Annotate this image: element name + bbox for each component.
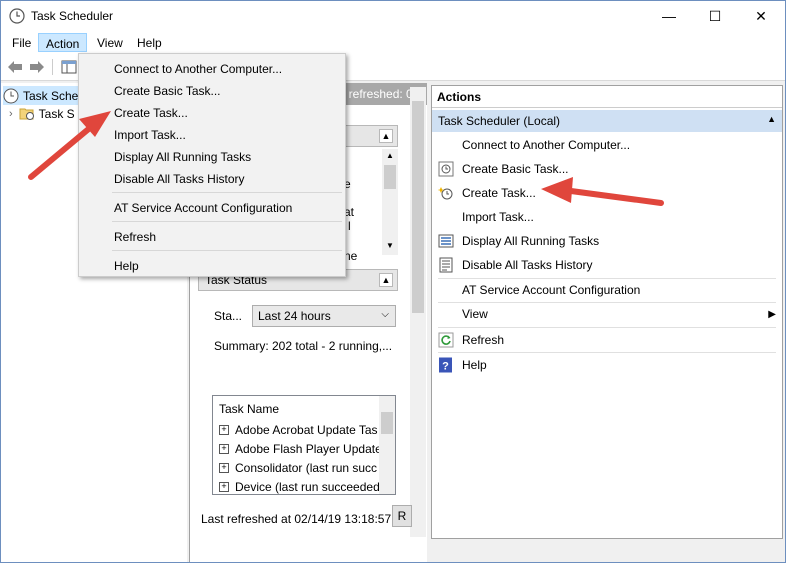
annotation-arrow-right	[541, 177, 664, 206]
expand-icon[interactable]: +	[219, 443, 229, 454]
action-connect-computer[interactable]: Connect to Another Computer...	[432, 133, 782, 157]
action-at-service-account[interactable]: AT Service Account Configuration	[432, 278, 782, 302]
task-name: Adobe Flash Player Update	[235, 441, 382, 456]
table-row[interactable]: + Device (last run succeeded	[219, 477, 380, 496]
menu-help[interactable]: Help	[130, 33, 169, 52]
table-row[interactable]: + Adobe Flash Player Update	[219, 439, 382, 458]
overview-text-fragment: l	[348, 219, 351, 233]
task-list-scrollbar[interactable]	[379, 396, 395, 494]
overview-scrollbar[interactable]: ▲ ▼	[382, 149, 398, 255]
chevron-right-icon[interactable]: ›	[9, 108, 13, 120]
scrollbar-thumb[interactable]	[381, 412, 393, 434]
annotation-arrow-left	[28, 111, 111, 180]
expand-icon[interactable]: +	[219, 424, 229, 435]
maximize-button[interactable]: ☐	[692, 1, 738, 31]
action-label: Create Task...	[462, 186, 536, 200]
task-name: Adobe Acrobat Update Tas	[235, 422, 378, 437]
action-label: Display All Running Tasks	[462, 234, 600, 248]
collapse-icon[interactable]: ▲	[379, 273, 393, 287]
window-title: Task Scheduler	[31, 9, 114, 23]
scrollbar-thumb[interactable]	[412, 101, 424, 313]
toolbar-separator	[52, 59, 53, 75]
actions-title: Actions	[432, 86, 782, 108]
collapse-icon[interactable]: ▲	[767, 114, 776, 124]
action-label: Refresh	[462, 333, 505, 347]
status-period-value: Last 24 hours	[258, 309, 331, 323]
console-tree-icon	[61, 60, 77, 74]
close-button[interactable]: ✕	[738, 1, 784, 31]
task-scheduler-window: Task Scheduler — ☐ ✕ File Action View He…	[0, 0, 786, 563]
status-summary: Summary: 202 total - 2 running,...	[214, 339, 393, 353]
minimize-button[interactable]: —	[646, 1, 692, 31]
menu-separator	[112, 192, 342, 193]
scrollbar-thumb[interactable]	[384, 165, 396, 189]
action-label: Import Task...	[462, 210, 534, 224]
refresh-icon	[438, 332, 454, 348]
title-bar[interactable]: Task Scheduler — ☐ ✕	[1, 1, 785, 31]
menu-item-refresh[interactable]: Refresh	[81, 225, 343, 247]
task-name: Consolidator (last run succ	[235, 460, 378, 475]
forward-arrow-icon	[30, 61, 44, 73]
action-refresh[interactable]: Refresh	[432, 328, 782, 352]
status-label: Sta...	[214, 309, 243, 323]
task-name-column-header[interactable]: Task Name	[219, 402, 279, 416]
menu-bar: File Action View Help	[1, 31, 785, 53]
action-view[interactable]: View ▶	[432, 302, 782, 326]
clock-icon	[3, 88, 19, 103]
menu-item-create-basic-task[interactable]: Create Basic Task...	[81, 79, 343, 101]
action-help[interactable]: ? Help	[432, 353, 782, 377]
svg-text:?: ?	[442, 361, 449, 373]
menu-item-at-service-account[interactable]: AT Service Account Configuration	[81, 196, 343, 218]
history-icon	[438, 257, 454, 273]
action-label: View	[462, 307, 488, 321]
table-row[interactable]: + Adobe Acrobat Update Tas	[219, 420, 378, 439]
show-hide-console-button[interactable]	[59, 58, 79, 76]
task-list: Task Name + Adobe Acrobat Update Tas + A…	[212, 395, 396, 495]
scroll-up-icon[interactable]: ▲	[386, 151, 394, 160]
expand-icon[interactable]: +	[219, 481, 229, 492]
back-arrow-icon	[8, 61, 22, 73]
menu-file[interactable]: File	[5, 33, 38, 52]
actions-group-label: Task Scheduler (Local)	[438, 114, 561, 128]
menu-item-help[interactable]: Help	[81, 254, 343, 276]
chevron-down-icon: ⌵	[381, 309, 389, 320]
action-label: Help	[462, 358, 487, 372]
menu-action[interactable]: Action	[38, 33, 88, 52]
action-display-running-tasks[interactable]: Display All Running Tasks	[432, 229, 782, 253]
actions-pane: Actions Task Scheduler (Local) ▲ Connect…	[431, 85, 783, 539]
actions-group-header[interactable]: Task Scheduler (Local) ▲	[432, 110, 782, 132]
blank-icon	[438, 282, 454, 298]
scroll-down-icon[interactable]: ▼	[386, 241, 394, 250]
table-row[interactable]: + Consolidator (last run succ	[219, 458, 377, 477]
blank-icon	[438, 306, 454, 322]
collapse-icon[interactable]: ▲	[379, 129, 393, 143]
running-tasks-icon	[438, 233, 454, 249]
back-button[interactable]	[5, 58, 25, 76]
action-label: AT Service Account Configuration	[462, 283, 641, 297]
create-task-icon	[438, 185, 454, 201]
menu-separator	[112, 221, 342, 222]
overview-text-fragment: ne	[344, 249, 358, 263]
status-period-select[interactable]: Last 24 hours ⌵	[252, 305, 396, 327]
blank-icon	[438, 137, 454, 153]
expand-icon[interactable]: +	[219, 462, 229, 473]
clock-icon	[9, 8, 25, 24]
task-name: Device (last run succeeded	[235, 479, 380, 494]
menu-view[interactable]: View	[90, 33, 130, 52]
menu-separator	[112, 250, 342, 251]
refresh-button[interactable]: R	[392, 505, 412, 527]
menu-item-connect-computer[interactable]: Connect to Another Computer...	[81, 57, 343, 79]
action-label: Connect to Another Computer...	[462, 138, 631, 152]
action-label: Disable All Tasks History	[462, 258, 593, 272]
submenu-arrow-icon: ▶	[768, 308, 776, 320]
last-refreshed-text: Last refreshed at 02/14/19 13:18:57	[201, 512, 392, 526]
basic-task-icon	[438, 161, 454, 177]
center-scrollbar[interactable]	[410, 87, 426, 537]
blank-icon	[438, 209, 454, 225]
action-disable-tasks-history[interactable]: Disable All Tasks History	[432, 253, 782, 277]
forward-button[interactable]	[27, 58, 47, 76]
help-icon: ?	[438, 357, 454, 373]
